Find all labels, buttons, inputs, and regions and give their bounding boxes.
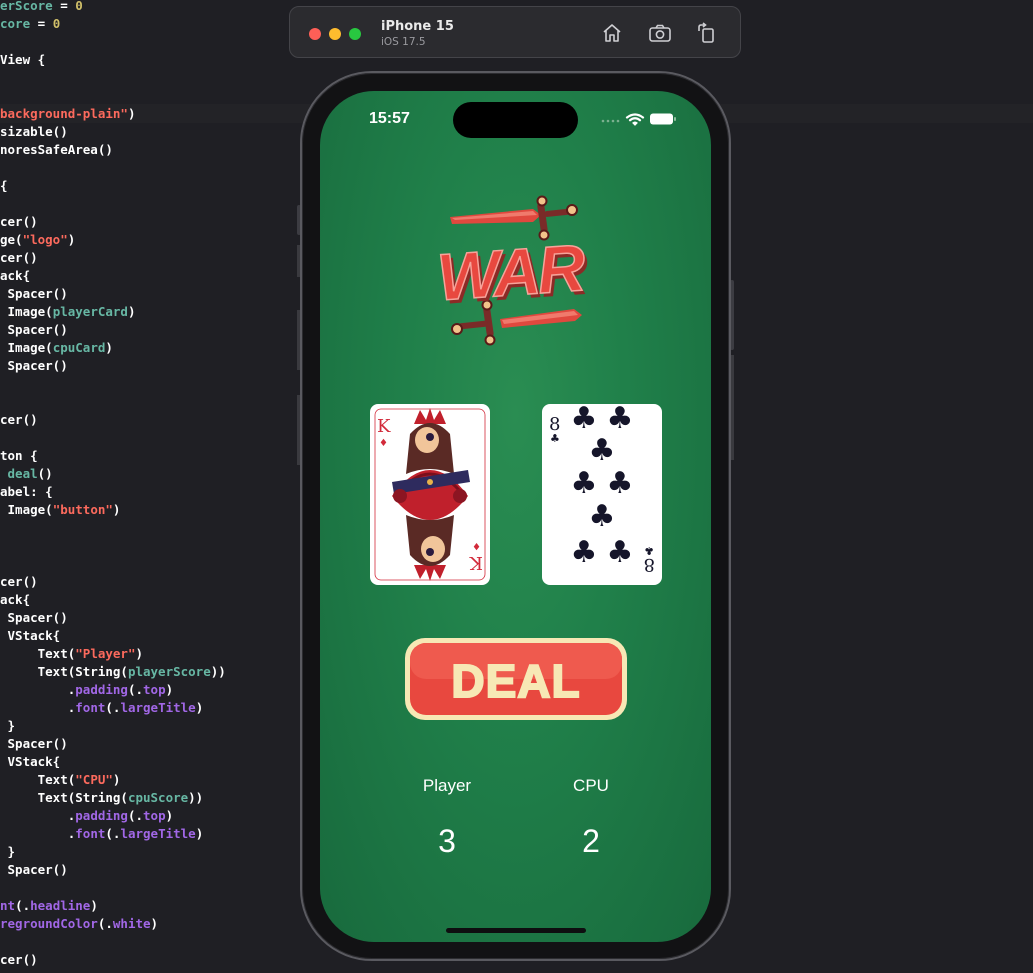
code-line: Image(playerCard) — [0, 304, 136, 319]
status-icons — [599, 111, 679, 130]
code-line: cer() — [0, 214, 38, 229]
code-line: VStack{ — [0, 628, 61, 643]
code-line: noresSafeArea() — [0, 142, 113, 157]
cpu-score: 2 — [582, 823, 600, 859]
code-line: abel: { — [0, 484, 53, 499]
club-pip-icon: ♣ — [571, 404, 598, 436]
code-line: cer() — [0, 952, 38, 967]
code-line: cer() — [0, 250, 38, 265]
code-line: nt(.headline) — [0, 898, 98, 913]
code-line: ack{ — [0, 268, 31, 283]
code-line: Text("CPU") — [0, 772, 121, 787]
war-logo-text: WAR — [438, 230, 588, 314]
code-line: background-plain") — [0, 106, 136, 121]
club-pip-icon: ♣ — [589, 499, 616, 534]
code-line: ton { — [0, 448, 38, 463]
code-line: { — [0, 178, 8, 193]
code-line: View { — [0, 52, 46, 67]
code-line: cer() — [0, 412, 38, 427]
deal-button[interactable]: DEAL — [403, 636, 629, 722]
code-line: Spacer() — [0, 862, 68, 877]
club-pip-icon: ♣ — [607, 535, 634, 570]
app-screen: 15:57 WAR WAR K ♦ K ♦ 8 ♣ 8 ♣ ♣ ♣ ♣ ♣ ♣ … — [320, 91, 711, 942]
king-figure — [392, 408, 470, 581]
club-pip-icon: ♣ — [607, 466, 634, 501]
card-rank: K — [377, 416, 391, 437]
code-line: .font(.largeTitle) — [0, 826, 204, 841]
code-line: Text(String(playerScore)) — [0, 664, 226, 679]
club-pip-icon: ♣ — [571, 535, 598, 570]
code-line: erScore = 0 — [0, 0, 83, 13]
code-line: } — [0, 718, 16, 733]
device-name: iPhone 15 — [381, 19, 454, 34]
player-label: Player — [422, 776, 472, 795]
deal-label: DEAL — [451, 655, 580, 707]
svg-text:K: K — [469, 552, 483, 573]
cpu-card: 8 ♣ 8 ♣ ♣ ♣ ♣ ♣ ♣ ♣ ♣ ♣ — [542, 404, 662, 585]
home-icon[interactable] — [599, 21, 625, 45]
simulator-toolbar: iPhone 15 iOS 17.5 — [289, 6, 741, 58]
code-line: Spacer() — [0, 322, 68, 337]
battery-icon — [650, 113, 676, 125]
close-window-button[interactable] — [309, 28, 321, 40]
code-line: cer() — [0, 574, 38, 589]
code-line: Image(cpuCard) — [0, 340, 113, 355]
code-line: } — [0, 844, 16, 859]
status-time: 15:57 — [369, 110, 410, 127]
editor-gutter-mark — [731, 355, 734, 460]
code-editor[interactable]: erScore = 0 core = 0 View { background-plai… — [0, 0, 300, 973]
player-card: K ♦ K ♦ — [370, 404, 490, 585]
code-line: Image("button") — [0, 502, 121, 517]
svg-text:♦: ♦ — [472, 540, 481, 551]
code-line: sizable() — [0, 124, 68, 139]
club-pip-icon: ♣ — [571, 466, 598, 501]
code-line: deal() — [7, 466, 53, 481]
club-pip-icon: ♣ — [589, 433, 616, 468]
cpu-label: CPU — [573, 776, 609, 795]
code-line: .padding(.top) — [0, 808, 174, 823]
code-line: .font(.largeTitle) — [0, 700, 204, 715]
screenshot-icon[interactable] — [647, 21, 673, 45]
club-pip-icon: ♣ — [607, 404, 634, 436]
code-line: Spacer() — [0, 286, 68, 301]
card-suit: ♣ — [550, 432, 560, 445]
os-version: iOS 17.5 — [381, 36, 426, 48]
minimize-window-button[interactable] — [329, 28, 341, 40]
code-line: Text(String(cpuScore)) — [0, 790, 204, 805]
cellular-signal-icon — [601, 119, 620, 123]
player-score: 3 — [438, 823, 456, 859]
dynamic-island — [453, 102, 578, 138]
home-indicator[interactable] — [446, 928, 586, 933]
club-pips: ♣ ♣♣♣ ♣♣♣ ♣ — [571, 404, 634, 570]
code-line: Spacer() — [0, 358, 68, 373]
svg-text:♣: ♣ — [644, 544, 654, 557]
code-line: Spacer() — [0, 736, 68, 751]
rotate-icon[interactable] — [694, 21, 720, 45]
card-suit: ♦ — [379, 438, 388, 449]
code-line: ge("logo") — [0, 232, 76, 247]
code-line: .padding(.top) — [0, 682, 174, 697]
zoom-window-button[interactable] — [349, 28, 361, 40]
code-line: VStack{ — [0, 754, 61, 769]
code-line: regroundColor(.white) — [0, 916, 159, 931]
code-line: ack{ — [0, 592, 31, 607]
wifi-icon — [625, 113, 645, 126]
code-line: Text("Player") — [0, 646, 144, 661]
code-line: Spacer() — [0, 610, 68, 625]
war-logo: WAR WAR — [434, 191, 591, 351]
code-line: core = 0 — [0, 16, 61, 31]
